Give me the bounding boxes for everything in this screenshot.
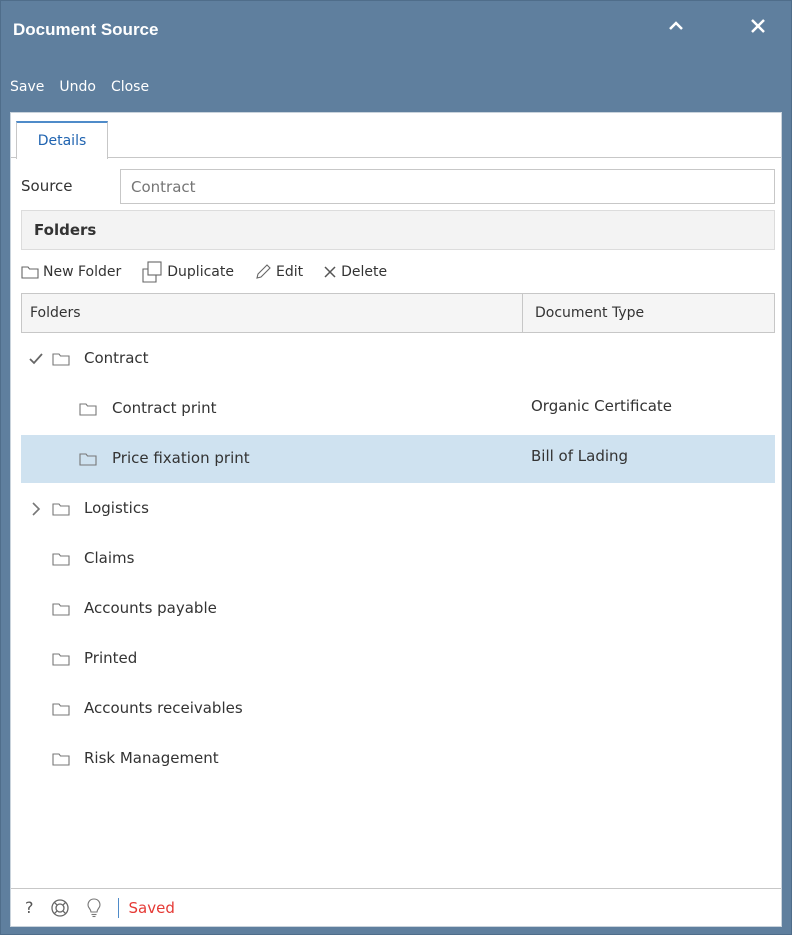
folder-icon [79, 452, 97, 470]
source-label: Source [21, 177, 73, 195]
tree-row-document-type: Bill of Lading [531, 447, 629, 465]
column-header-folders[interactable]: Folders [22, 294, 523, 332]
collapse-button[interactable] [661, 11, 691, 41]
close-button[interactable]: Close [111, 79, 149, 95]
menu-bar: Save Undo Close [1, 71, 791, 103]
folder-icon [52, 702, 70, 720]
tree-row-label: Logistics [84, 499, 149, 517]
tree-row-printed[interactable]: Printed [21, 635, 775, 683]
folder-icon [52, 752, 70, 770]
folder-icon [52, 602, 70, 620]
chevron-right-icon[interactable] [29, 502, 43, 516]
tree-row-label: Printed [84, 649, 138, 667]
delete-label: Delete [341, 264, 388, 280]
delete-button[interactable]: Delete [323, 264, 387, 280]
help-icon[interactable]: ? [25, 898, 34, 917]
folder-icon [52, 352, 70, 370]
tree-row-label: Price fixation print [112, 449, 250, 467]
source-row: Source [21, 169, 775, 205]
duplicate-label: Duplicate [167, 264, 234, 280]
undo-button[interactable]: Undo [59, 79, 96, 95]
folders-toolbar: New Folder Duplicate Edit Delete [21, 253, 775, 291]
folders-grid-body: Contract Contract print Organic Certific… [21, 335, 775, 883]
edit-label: Edit [275, 264, 304, 280]
document-source-window: Document Source Save Undo Close Details … [0, 0, 792, 935]
edit-button[interactable]: Edit [254, 263, 303, 281]
new-folder-label: New Folder [43, 264, 122, 280]
chevron-up-icon [669, 21, 683, 30]
tree-row-price-fixation-print[interactable]: Price fixation print Bill of Lading [21, 435, 775, 483]
status-divider [117, 897, 119, 918]
folder-icon [79, 402, 97, 420]
tree-row-contract[interactable]: Contract [21, 335, 775, 383]
tree-row-accounts-receivables[interactable]: Accounts receivables [21, 685, 775, 733]
folder-icon [52, 652, 70, 670]
tree-row-label: Contract print [112, 399, 217, 417]
tree-row-label: Accounts payable [84, 599, 217, 617]
tree-row-risk-management[interactable]: Risk Management [21, 735, 775, 783]
tree-row-logistics[interactable]: Logistics [21, 485, 775, 533]
support-lifebuoy-icon[interactable] [50, 898, 70, 918]
tree-row-document-type: Organic Certificate [531, 397, 673, 415]
status-bar: ? Saved [11, 888, 781, 926]
tab-strip: Details [11, 113, 781, 159]
folders-grid-header: Folders Document Type [21, 293, 775, 333]
source-input[interactable] [120, 169, 775, 204]
lightbulb-icon[interactable] [86, 897, 102, 918]
tree-row-contract-print[interactable]: Contract print Organic Certificate [21, 385, 775, 433]
tab-details[interactable]: Details [16, 121, 108, 159]
close-icon [751, 19, 765, 33]
window-title: Document Source [13, 20, 159, 39]
content-panel: Details Source Folders New Folder Duplic… [10, 112, 782, 927]
close-window-button[interactable] [743, 11, 773, 41]
status-text: Saved [128, 898, 175, 917]
tree-row-label: Risk Management [84, 749, 219, 767]
tree-row-label: Contract [84, 349, 149, 367]
save-button[interactable]: Save [10, 79, 44, 95]
duplicate-button[interactable]: Duplicate [141, 261, 234, 283]
check-icon[interactable] [29, 352, 43, 366]
folder-icon [52, 502, 70, 520]
tree-row-claims[interactable]: Claims [21, 535, 775, 583]
pencil-icon [256, 264, 271, 279]
column-header-document-type[interactable]: Document Type [523, 294, 774, 332]
delete-icon [324, 266, 336, 278]
new-folder-button[interactable]: New Folder [21, 264, 121, 280]
folder-icon [52, 552, 70, 570]
duplicate-icon [142, 261, 162, 283]
title-bar: Document Source [1, 1, 791, 59]
tree-row-accounts-payable[interactable]: Accounts payable [21, 585, 775, 633]
tree-row-label: Accounts receivables [84, 699, 243, 717]
folders-section-header: Folders [21, 210, 775, 250]
folder-icon [21, 266, 39, 279]
tree-row-label: Claims [84, 549, 135, 567]
